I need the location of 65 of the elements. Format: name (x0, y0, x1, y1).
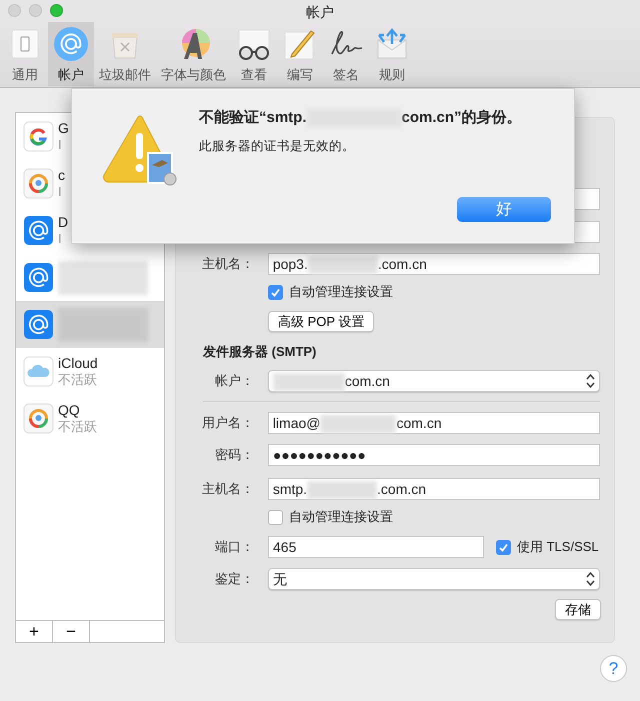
toolbar-tab[interactable]: 查看 (231, 22, 277, 86)
account-item[interactable]: c I (16, 160, 164, 207)
checkbox-label: 使用 TLS/SSL (517, 538, 599, 556)
password-field[interactable]: ●●●●●●●●●●● (268, 444, 600, 466)
toolbar-tab[interactable]: 垃圾邮件 (94, 22, 156, 86)
account-status: I (58, 137, 63, 153)
at-sign-icon (53, 26, 89, 62)
account-name: QQ (58, 402, 81, 419)
field-label: 主机名： (202, 481, 254, 496)
warning-icon (102, 113, 178, 187)
field-label: 用户名： (202, 415, 254, 430)
input-field[interactable]: limao@ com.cn (268, 412, 600, 434)
account-status: I (58, 184, 63, 200)
account-item[interactable]: QQ 不活跃 (16, 395, 164, 442)
cloud-icon (23, 356, 54, 387)
google-icon (23, 121, 54, 152)
checkbox-label: 自动管理连接设置 (289, 508, 393, 526)
checkbox[interactable] (268, 284, 283, 300)
alert-title: 不能验证“smtp. com.cn”的身份。 (199, 108, 522, 130)
input-field[interactable]: pop3. .com.cn (268, 253, 600, 275)
field-label: 主机名： (202, 256, 254, 272)
account-item[interactable] (16, 301, 164, 348)
checkbox[interactable] (268, 510, 283, 524)
ring-icon (23, 403, 54, 434)
toolbar-tab[interactable]: 规则 (369, 22, 415, 86)
field-label: 密码： (214, 447, 254, 462)
toolbar-tab[interactable]: 编写 (277, 22, 323, 86)
field-label: 鉴定： (214, 571, 254, 586)
input-field[interactable]: smtp. .com.cn (268, 478, 600, 500)
checkbox[interactable] (496, 540, 511, 554)
account-item[interactable]: iCloud 不活跃 (16, 348, 164, 395)
ring-icon (23, 168, 54, 199)
toolbar-tab[interactable]: 签名 (323, 22, 369, 86)
check-icon (498, 542, 509, 552)
field-label: 帐户： (214, 373, 254, 388)
stepper-icon (586, 572, 595, 586)
field-label: 端口： (215, 539, 254, 554)
input-field[interactable]: 465 (268, 536, 484, 558)
toolbar-tab[interactable]: 帐户 (48, 22, 94, 86)
at-sign-icon (23, 262, 54, 293)
account-status: 不活跃 (58, 372, 98, 388)
account-name: G (58, 120, 69, 137)
toolbar-tab[interactable]: 通用 (2, 22, 48, 86)
stepper-icon (586, 374, 595, 388)
dropdown[interactable]: 无 (268, 568, 600, 590)
help-button[interactable]: ? (600, 655, 627, 682)
at-sign-icon (23, 215, 54, 246)
toolbar-tab[interactable]: 字体与颜色 (156, 22, 231, 86)
account-dropdown[interactable]: com.cn (268, 370, 600, 392)
advanced-settings-button[interactable]: 高级 POP 设置 (268, 310, 374, 332)
account-item[interactable]: G I (16, 113, 164, 160)
window-title: 帐户 (306, 3, 334, 22)
account-status: I (58, 231, 63, 247)
section-heading: 发件服务器 (SMTP) (203, 344, 316, 359)
account-item[interactable]: D I (16, 207, 164, 254)
check-icon (270, 286, 281, 298)
account-name: c (58, 167, 65, 184)
account-name: D (58, 214, 68, 231)
alert-message: 此服务器的证书是无效的。 (199, 138, 355, 155)
at-sign-icon (23, 309, 54, 340)
account-name: iCloud (58, 355, 98, 372)
account-status: 不活跃 (58, 419, 97, 435)
save-button[interactable]: 存储 (555, 599, 601, 620)
zoom-button[interactable] (50, 4, 63, 17)
checkbox-label: 自动管理连接设置 (289, 283, 393, 302)
